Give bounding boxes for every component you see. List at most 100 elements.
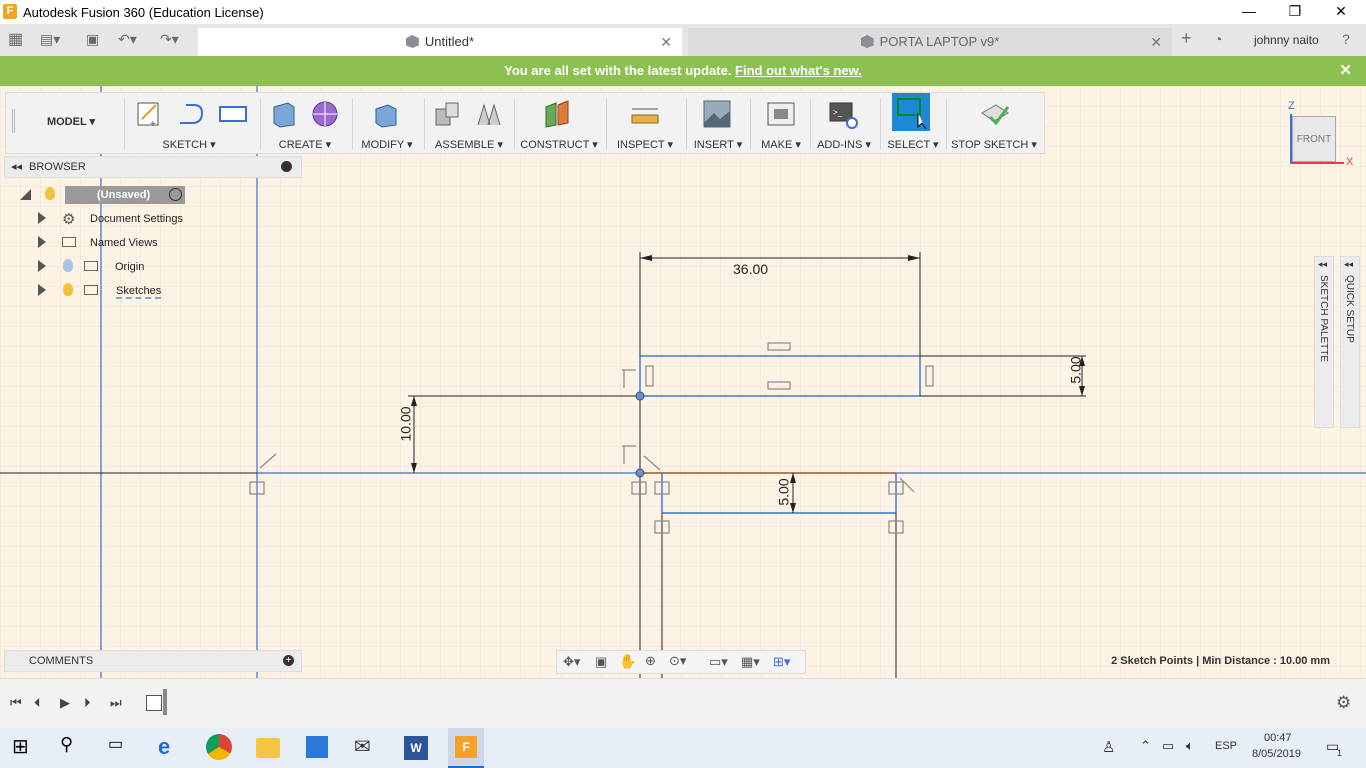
clock-time[interactable]: 00:47: [1264, 732, 1292, 744]
browser-item-origin[interactable]: Origin: [38, 258, 208, 276]
new-component-icon[interactable]: [432, 99, 462, 129]
timeline-settings-gear-icon[interactable]: ⚙: [1336, 693, 1351, 713]
step-forward-icon[interactable]: ⏵: [84, 695, 91, 711]
assemble-group[interactable]: ASSEMBLE ▾: [428, 93, 510, 155]
quick-setup-panel[interactable]: ◂◂ QUICK SETUP: [1340, 256, 1360, 428]
fit-icon[interactable]: ⊙▾: [669, 653, 686, 669]
dimension-left-height[interactable]: 10.00: [398, 406, 414, 441]
close-window-button[interactable]: ✕: [1318, 0, 1364, 24]
offset-plane-icon[interactable]: [542, 99, 572, 129]
press-pull-icon[interactable]: [370, 99, 400, 129]
store-icon[interactable]: [306, 736, 328, 758]
add-ins-menu-label[interactable]: ADD-INS ▾: [812, 138, 876, 151]
create-menu-label[interactable]: CREATE ▾: [264, 138, 346, 151]
pan-icon[interactable]: ✋: [619, 653, 636, 670]
measure-icon[interactable]: [630, 99, 660, 129]
visibility-bulb-icon[interactable]: [63, 283, 73, 296]
expand-quick-setup-icon[interactable]: ◂◂: [1344, 259, 1353, 270]
browser-item-sketches[interactable]: Sketches: [38, 282, 208, 300]
activate-radio-icon[interactable]: [169, 188, 182, 201]
redo-icon[interactable]: ↷▾: [160, 31, 179, 48]
inspect-group[interactable]: INSPECT ▾: [610, 93, 680, 155]
stop-sketch-group[interactable]: STOP SKETCH ▾: [948, 93, 1040, 155]
sketch-group[interactable]: + SKETCH ▾: [130, 93, 248, 155]
sketch-feature-icon[interactable]: [146, 695, 162, 711]
whats-new-link[interactable]: Find out what's new.: [735, 63, 862, 78]
toolbar-grip[interactable]: [12, 109, 15, 133]
insert-group[interactable]: INSERT ▾: [690, 93, 746, 155]
orbit-icon[interactable]: ✥▾: [563, 654, 580, 670]
make-group[interactable]: MAKE ▾: [754, 93, 808, 155]
select-menu-label[interactable]: SELECT ▾: [882, 138, 944, 151]
file-menu-icon[interactable]: ▤▾: [40, 31, 60, 48]
save-icon[interactable]: ▣: [86, 31, 99, 48]
line-icon[interactable]: [176, 99, 206, 129]
joint-icon[interactable]: [474, 99, 504, 129]
help-icon[interactable]: ?: [1342, 31, 1350, 47]
modify-menu-label[interactable]: MODIFY ▾: [356, 138, 418, 151]
zoom-icon[interactable]: ⊕: [645, 653, 656, 669]
dimension-width[interactable]: 36.00: [733, 261, 768, 277]
go-to-start-icon[interactable]: ⏮: [10, 695, 22, 711]
fusion-taskbar-button[interactable]: F: [448, 728, 484, 768]
viewports-icon[interactable]: ⊞▾: [773, 654, 790, 670]
dimension-right-height[interactable]: 5.00: [1068, 356, 1084, 383]
undo-icon[interactable]: ↶▾: [118, 31, 137, 48]
sketch-menu-label[interactable]: SKETCH ▾: [130, 138, 248, 151]
expand-palette-icon[interactable]: ◂◂: [1318, 259, 1327, 270]
form-icon[interactable]: [310, 99, 340, 129]
add-ins-group[interactable]: >_ ADD-INS ▾: [812, 93, 876, 155]
browser-minimize-icon[interactable]: [281, 161, 292, 172]
make-menu-label[interactable]: MAKE ▾: [754, 138, 808, 151]
step-back-icon[interactable]: ⏴: [34, 695, 41, 711]
add-comment-icon[interactable]: +: [283, 655, 294, 666]
close-banner-icon[interactable]: ✕: [1339, 56, 1352, 86]
assemble-menu-label[interactable]: ASSEMBLE ▾: [428, 138, 510, 151]
viewcube[interactable]: Z FRONT X: [1284, 100, 1354, 170]
stop-sketch-icon[interactable]: [980, 99, 1010, 129]
expand-icon[interactable]: [38, 284, 46, 296]
browser-panel-header[interactable]: ◂◂ BROWSER: [4, 156, 302, 178]
windows-start-icon[interactable]: ⊞: [12, 734, 40, 762]
user-name[interactable]: johnny naito: [1254, 33, 1319, 47]
tray-chevron-icon[interactable]: ⌃: [1140, 738, 1151, 754]
insert-image-icon[interactable]: [702, 99, 732, 129]
edge-browser-icon[interactable]: e: [158, 734, 186, 762]
people-icon[interactable]: ♙: [1102, 738, 1115, 756]
app-grid-icon[interactable]: ▦: [8, 29, 23, 49]
browser-item-document-settings[interactable]: ⚙ Document Settings: [38, 210, 208, 228]
create-sketch-icon[interactable]: +: [134, 99, 164, 129]
new-tab-icon[interactable]: +: [1181, 28, 1192, 49]
file-explorer-icon[interactable]: [256, 738, 280, 758]
word-icon[interactable]: W: [404, 736, 428, 760]
construct-menu-label[interactable]: CONSTRUCT ▾: [518, 138, 600, 151]
expand-root-icon[interactable]: [20, 189, 31, 200]
close-tab-icon[interactable]: ✕: [1150, 28, 1162, 56]
dimension-lower-height[interactable]: 5.00: [776, 478, 792, 505]
play-icon[interactable]: ▶: [60, 695, 70, 711]
browser-item-named-views[interactable]: Named Views: [38, 234, 208, 252]
tab-porta-laptop[interactable]: PORTA LAPTOP v9* ✕: [688, 28, 1172, 56]
sketch-palette-panel[interactable]: ◂◂ SKETCH PALETTE: [1314, 256, 1334, 428]
modify-group[interactable]: MODIFY ▾: [356, 93, 418, 155]
search-icon[interactable]: ⚲: [60, 734, 88, 762]
grid-settings-icon[interactable]: ▦▾: [741, 654, 760, 670]
timeline-marker[interactable]: [163, 689, 167, 715]
extrude-icon[interactable]: [268, 99, 298, 129]
visibility-bulb-icon[interactable]: [45, 187, 55, 200]
minimize-button[interactable]: —: [1226, 0, 1272, 24]
look-at-icon[interactable]: ▣: [595, 654, 607, 670]
expand-icon[interactable]: [38, 236, 46, 248]
expand-icon[interactable]: [38, 212, 46, 224]
language-indicator[interactable]: ESP: [1215, 740, 1237, 752]
browser-root[interactable]: (Unsaved): [20, 186, 190, 204]
workspace-switcher[interactable]: MODEL ▾: [16, 115, 126, 128]
chrome-icon[interactable]: [206, 734, 232, 760]
3d-print-icon[interactable]: [766, 99, 796, 129]
create-group[interactable]: CREATE ▾: [264, 93, 346, 155]
select-group[interactable]: SELECT ▾: [882, 93, 944, 155]
tab-untitled[interactable]: Untitled* ✕: [198, 28, 682, 56]
restore-button[interactable]: ❐: [1272, 0, 1318, 24]
construct-group[interactable]: CONSTRUCT ▾: [518, 93, 600, 155]
close-tab-icon[interactable]: ✕: [660, 28, 672, 56]
